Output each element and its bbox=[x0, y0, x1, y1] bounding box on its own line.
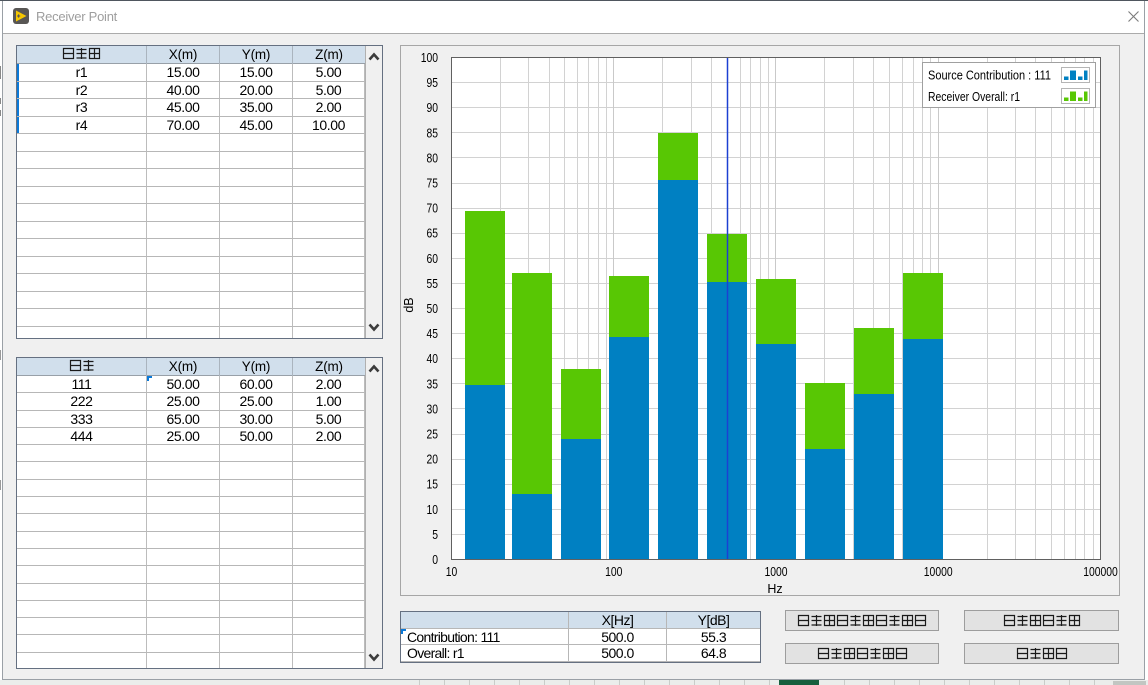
svg-text:95: 95 bbox=[427, 76, 439, 90]
svg-text:30: 30 bbox=[427, 402, 439, 416]
svg-text:65: 65 bbox=[427, 227, 439, 241]
svg-text:15: 15 bbox=[427, 478, 439, 492]
svg-text:90: 90 bbox=[427, 101, 439, 115]
svg-text:45: 45 bbox=[427, 327, 439, 341]
svg-text:Hz: Hz bbox=[767, 582, 782, 595]
svg-text:100000: 100000 bbox=[1083, 565, 1118, 579]
svg-text:Source Contribution : 111: Source Contribution : 111 bbox=[928, 69, 1051, 83]
svg-text:55: 55 bbox=[427, 277, 439, 291]
svg-text:5: 5 bbox=[432, 528, 438, 542]
svg-text:10: 10 bbox=[446, 565, 458, 579]
svg-text:60: 60 bbox=[427, 252, 439, 266]
svg-text:50: 50 bbox=[427, 302, 439, 316]
svg-text:Receiver Overall: r1: Receiver Overall: r1 bbox=[928, 90, 1020, 104]
svg-text:10: 10 bbox=[427, 503, 439, 517]
svg-text:100: 100 bbox=[421, 51, 438, 65]
svg-text:40: 40 bbox=[427, 352, 439, 366]
svg-text:35: 35 bbox=[427, 377, 439, 391]
svg-text:80: 80 bbox=[427, 151, 439, 165]
svg-text:25: 25 bbox=[427, 428, 439, 442]
svg-text:20: 20 bbox=[427, 453, 439, 467]
svg-text:85: 85 bbox=[427, 126, 439, 140]
svg-text:70: 70 bbox=[427, 202, 439, 216]
svg-text:75: 75 bbox=[427, 177, 439, 191]
svg-text:1000: 1000 bbox=[764, 565, 787, 579]
svg-text:dB: dB bbox=[402, 297, 416, 312]
svg-text:0: 0 bbox=[432, 553, 438, 567]
svg-text:10000: 10000 bbox=[924, 565, 953, 579]
svg-text:100: 100 bbox=[605, 565, 622, 579]
